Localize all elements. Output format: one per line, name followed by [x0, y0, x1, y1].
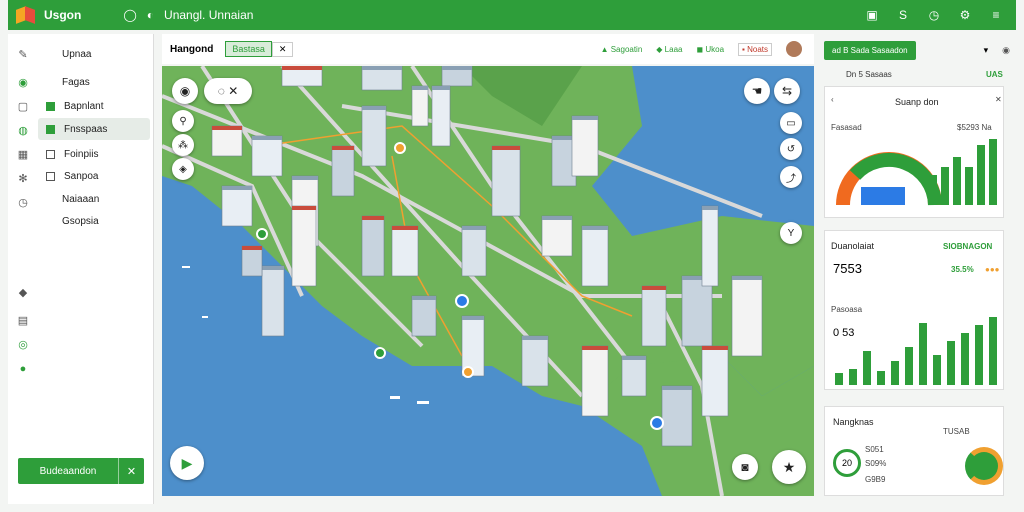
app-window: Usgon ◯ ◐ Unangl. Unnaian ▣ S ◷ ⚙ ≡ ✎ ◉ … [0, 0, 1024, 512]
leaf-badge-icon[interactable]: ● [16, 362, 30, 376]
app-logo-icon [16, 6, 36, 24]
sidebar-item-bapnlant[interactable]: Bapnlant [8, 95, 154, 117]
avatar[interactable] [786, 41, 802, 57]
map-header: Hangond Bastasa ✕ ▲ Sagoatin ◆ Laaa ◼ Uk… [162, 34, 814, 64]
right-panel: ad B Sada Sasaadon ▾ ◉ Dn 5 Sasaas UAS ‹… [818, 34, 1016, 504]
metric-dots: ●●● [985, 265, 1000, 274]
map-title: Hangond [170, 43, 214, 55]
layers-icon[interactable]: ▤ [16, 314, 30, 328]
tab-ukoa[interactable]: ◼ Ukoa [696, 45, 724, 54]
filter-icon[interactable]: ⁂ [172, 134, 194, 156]
top-bar: Usgon ◯ ◐ Unangl. Unnaian ▣ S ◷ ⚙ ≡ [8, 0, 1016, 30]
summary-card: Nangknas TUSAB 20 S051 S09% G9B9 [824, 406, 1004, 496]
primary-action-button[interactable]: Budeaandon ✕ [18, 458, 144, 484]
map-canvas [162, 66, 814, 496]
scale-icon[interactable]: ⇆ [774, 78, 800, 104]
sidebar-item-fnsspaas[interactable]: Fnsspaas [38, 118, 150, 140]
pin-icon[interactable]: ⚲ [172, 110, 194, 132]
route-icon[interactable]: ⤴ [780, 166, 802, 188]
clock-icon[interactable]: ◷ [926, 8, 942, 22]
help-icon[interactable]: ◉ [1002, 45, 1010, 56]
checkbox-icon [46, 149, 55, 159]
tab-laaa[interactable]: ◆ Laaa [656, 45, 682, 54]
print-icon[interactable]: ▣ [864, 8, 880, 22]
sidebar-item-gsopsia[interactable]: Gsopsia [8, 210, 154, 232]
marker-icon[interactable]: ◈ [172, 158, 194, 180]
schedule-button[interactable]: ad B Sada Sasaadon [824, 40, 916, 60]
donut-label: Fasasad [831, 123, 862, 132]
chat-fab[interactable] [965, 447, 1003, 485]
chat-icon[interactable]: ◯ [123, 8, 136, 22]
checkbox-icon [46, 171, 55, 181]
s-icon[interactable]: S [895, 8, 911, 22]
star-icon[interactable]: ★ [772, 450, 806, 484]
score-ring: 20 [833, 449, 861, 477]
crop-icon[interactable]: ▭ [780, 112, 802, 134]
tag-close-icon[interactable]: ✕ [271, 41, 294, 57]
layers-toggle[interactable]: ◌ ✕ [204, 78, 252, 104]
location-icon[interactable]: ◉ [172, 78, 198, 104]
city-map[interactable]: ◉ ◌ ✕ ⚲ ⁂ ◈ ☚ ⇆ ▭ ↺ ⤴ Y ▶ ◙ ★ [162, 66, 814, 496]
pointer-icon[interactable]: ☚ [744, 78, 770, 104]
play-button[interactable]: ▶ [170, 446, 204, 480]
tab-sagoatin[interactable]: ▲ Sagoatin [601, 45, 643, 54]
chevron-down-icon[interactable]: ▾ [984, 45, 989, 56]
active-icon [46, 124, 55, 134]
menu-icon[interactable]: ≡ [988, 8, 1004, 22]
donut-bar-chart [836, 139, 997, 206]
sidebar-item-foinpiis[interactable]: Foinpiis [8, 143, 154, 165]
history-icon[interactable]: ↺ [780, 138, 802, 160]
summary-v3: S09% [865, 459, 887, 468]
globe-icon[interactable]: ◎ [16, 338, 30, 352]
bar-chart [835, 317, 997, 385]
donut-value: $5293 Na [957, 123, 992, 132]
sidebar: ✎ ◉ ▢ ◍ ▦ ✻ ◷ ◆ ▤ ◎ ● Upnaa Fagas Bapnla… [8, 34, 154, 504]
summary-v4: G9B9 [865, 475, 886, 484]
leaf-icon: ◐ [146, 8, 155, 22]
close-icon[interactable]: ✕ [118, 458, 144, 484]
sidebar-item-upnaa[interactable]: Upnaa [8, 43, 154, 65]
donut-card-title: Suanp don [895, 97, 939, 107]
metric-pct: 35.5% [951, 265, 974, 274]
eco-icon[interactable]: ◍ [16, 124, 30, 138]
metric-value: 7553 [833, 261, 862, 276]
diamond-icon[interactable]: ◆ [16, 286, 30, 300]
brand-name: Usgon [44, 8, 82, 22]
tree-icon[interactable]: Y [780, 222, 802, 244]
donut-card: ‹ Suanp don ✕ Fasasad $5293 Na [824, 86, 1004, 218]
sidebar-item-fagas[interactable]: Fagas [8, 71, 154, 93]
prev-icon[interactable]: ‹ [831, 95, 834, 104]
checkbox-icon [46, 101, 55, 111]
tab-noats[interactable]: ▪ Noats [738, 42, 772, 56]
summary-v2: S051 [865, 445, 884, 454]
panel-subtitle-right: UAS [986, 70, 1003, 79]
sidebar-item-sanpoa[interactable]: Sanpoa [8, 165, 154, 187]
metric-card: Duanolaiat SIOBNAGON 7553 35.5% ●●● Paso… [824, 230, 1004, 390]
summary-label: TUSAB [943, 427, 970, 436]
window-title: Unangl. Unnaian [164, 8, 254, 22]
settings-icon[interactable]: ⚙ [957, 8, 973, 22]
panel-subtitle: Dn 5 Sasaas [846, 70, 892, 79]
metric-title: Duanolaiat [831, 241, 875, 251]
sidebar-item-naiaaan[interactable]: Naiaaan [8, 188, 154, 210]
metric-tag: SIOBNAGON [943, 242, 993, 251]
map-tag[interactable]: Bastasa [225, 41, 272, 57]
camera-icon[interactable]: ◙ [732, 454, 758, 480]
summary-title: Nangknas [833, 417, 874, 427]
close-icon[interactable]: ✕ [995, 95, 1002, 104]
